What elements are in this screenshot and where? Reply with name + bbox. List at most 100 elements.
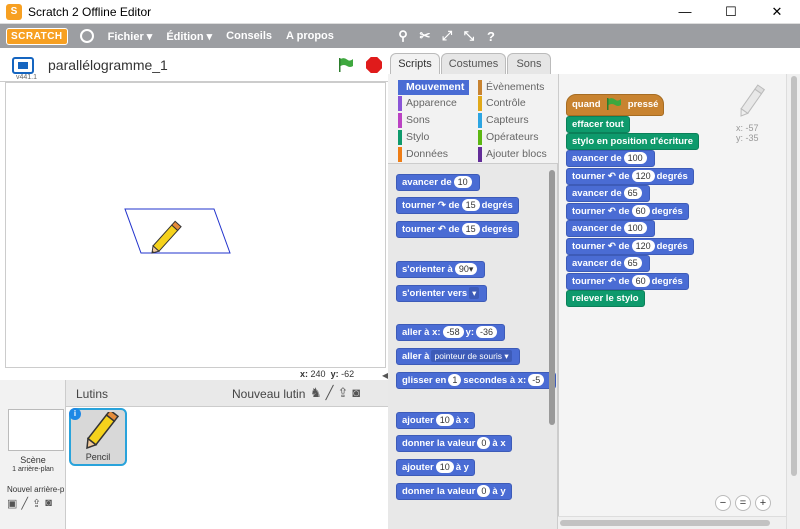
block-donner-x[interactable]: donner la valeur 0 à x	[396, 435, 512, 452]
rotate-left-icon: ↶	[607, 171, 616, 182]
script-avancer-65[interactable]: avancer de 65	[566, 255, 650, 272]
camera-icon[interactable]: ◙	[45, 497, 52, 510]
new-backdrop-label: Nouvel arrière-p	[7, 485, 65, 494]
zoom-in-icon[interactable]: +	[755, 495, 771, 511]
duplicate-icon[interactable]: ⚲	[392, 28, 414, 44]
rotate-right-icon: ↷	[437, 200, 446, 211]
block-aller-xy[interactable]: aller à x: -58 y: -36	[396, 324, 506, 341]
rotate-left-icon: ↶	[437, 224, 446, 235]
category-sons[interactable]: Sons	[398, 113, 430, 128]
fullscreen-icon[interactable]	[12, 57, 34, 74]
green-flag-icon[interactable]	[338, 58, 354, 72]
grow-icon[interactable]: ⤢	[436, 28, 458, 44]
category-stylo[interactable]: Stylo	[398, 130, 429, 145]
category-evenements[interactable]: Évènements	[478, 80, 544, 95]
stop-icon[interactable]	[366, 57, 382, 73]
tab-sons[interactable]: Sons	[507, 53, 551, 74]
pencil-icon	[740, 84, 765, 117]
menu-apropos[interactable]: A propos	[286, 30, 334, 42]
paint-icon[interactable]: ╱	[326, 385, 334, 401]
sprites-header: Lutins Nouveau lutin ♞ ╱ ⇪ ◙	[66, 380, 388, 407]
title-bar: S Scratch 2 Offline Editor — ☐ ✕	[0, 0, 800, 24]
pencil-icon	[86, 412, 120, 450]
scratch-app-icon: S	[6, 3, 22, 20]
version-label: v441.1	[16, 74, 38, 81]
shrink-icon[interactable]: ⤡	[458, 28, 480, 44]
tab-scripts[interactable]: Scripts	[390, 53, 440, 75]
script-tourner-60[interactable]: tourner ↶ de 60 degrés	[566, 273, 689, 290]
category-operateurs[interactable]: Opérateurs	[478, 130, 539, 145]
menu-conseils[interactable]: Conseils	[226, 30, 272, 42]
block-glisser[interactable]: glisser en 1 secondes à x: -5	[396, 372, 556, 389]
minimize-button[interactable]: —	[662, 0, 708, 24]
script-avancer-65[interactable]: avancer de 65	[566, 185, 650, 202]
menu-fichier[interactable]: Fichier ▾	[108, 30, 153, 43]
tool-icons: ⚲ ✂ ⤢ ⤡ ?	[392, 24, 502, 48]
block-ajouter-x[interactable]: ajouter 10 à x	[396, 412, 475, 429]
sprite-thumbnail-pencil[interactable]: i Pencil	[69, 408, 127, 466]
close-button[interactable]: ✕	[754, 0, 800, 24]
maximize-button[interactable]: ☐	[708, 0, 754, 24]
block-orienter-a[interactable]: s'orienter à 90▾	[396, 261, 486, 278]
stage-drawing	[124, 208, 231, 255]
scene-label: Scène	[20, 455, 46, 465]
script-avancer-100[interactable]: avancer de 100	[566, 150, 655, 167]
script-tourner-60[interactable]: tourner ↶ de 60 degrés	[566, 203, 689, 220]
zoom-out-icon[interactable]: −	[715, 495, 731, 511]
scene-panel: Scène 1 arrière-plan Nouvel arrière-p ▣ …	[0, 380, 66, 529]
block-orienter-vers[interactable]: s'orienter vers ▾	[396, 285, 488, 302]
block-donner-y[interactable]: donner la valeur 0 à y	[396, 483, 512, 500]
palette-scrollbar[interactable]	[549, 170, 555, 425]
help-icon[interactable]: ?	[480, 29, 502, 44]
cut-icon[interactable]: ✂	[414, 28, 436, 44]
globe-icon[interactable]	[79, 29, 94, 43]
category-capteurs[interactable]: Capteurs	[478, 113, 529, 128]
stage-header: v441.1 parallélogramme_1	[0, 48, 388, 82]
scripts-horizontal-scrollbar[interactable]	[558, 516, 786, 529]
scripts-vertical-scrollbar[interactable]	[786, 74, 800, 529]
menu-bar: SCRATCH Fichier ▾ Édition ▾ Conseils A p…	[0, 24, 800, 48]
editor-tabs: Scripts Costumes Sons	[388, 48, 800, 75]
paint-icon[interactable]: ╱	[21, 497, 28, 510]
project-name[interactable]: parallélogramme_1	[48, 57, 168, 73]
zoom-reset-icon[interactable]: =	[735, 495, 751, 511]
green-flag-icon	[607, 98, 622, 111]
scene-thumbnail[interactable]	[8, 409, 64, 451]
category-mouvement[interactable]: Mouvement	[398, 80, 469, 95]
upload-icon[interactable]: ⇪	[337, 385, 348, 401]
script-tourner-120[interactable]: tourner ↶ de 120 degrés	[566, 238, 694, 255]
tab-costumes[interactable]: Costumes	[441, 53, 506, 74]
category-apparence[interactable]: Apparence	[398, 96, 457, 111]
sprite-position: x: -57 y: -35	[736, 123, 759, 143]
category-donnees[interactable]: Données	[398, 147, 448, 162]
block-tourner-gauche[interactable]: tourner ↶ de 15 degrés	[396, 221, 519, 238]
script-hat-flag[interactable]: quand pressé	[566, 94, 665, 116]
block-ajouter-y[interactable]: ajouter 10 à y	[396, 459, 475, 476]
scratch-logo-icon[interactable]: SCRATCH	[6, 27, 68, 45]
block-aller-a[interactable]: aller à pointeur de souris ▾	[396, 348, 520, 365]
category-list: Mouvement Évènements Apparence Contrôle …	[388, 74, 558, 164]
script-tourner-120[interactable]: tourner ↶ de 120 degrés	[566, 168, 694, 185]
block-tourner-droite[interactable]: tourner ↷ de 15 degrés	[396, 197, 519, 214]
zoom-controls: − = +	[715, 495, 771, 511]
new-sprite-tools: ♞ ╱ ⇪ ◙	[310, 385, 360, 401]
pencil-sprite[interactable]	[149, 220, 182, 255]
script-relever-stylo[interactable]: relever le stylo	[566, 290, 645, 307]
new-sprite-label: Nouveau lutin	[232, 387, 306, 401]
mouse-coordinates: x: 240 y: -62	[300, 369, 355, 379]
camera-icon[interactable]: ◙	[352, 385, 360, 401]
rotate-left-icon: ↶	[607, 241, 616, 252]
category-controle[interactable]: Contrôle	[478, 96, 526, 111]
stage-canvas[interactable]	[5, 82, 386, 368]
script-stylo-ecriture[interactable]: stylo en position d'écriture	[566, 133, 700, 150]
script-effacer-tout[interactable]: effacer tout	[566, 116, 630, 133]
category-ajouter-blocs[interactable]: Ajouter blocs	[478, 147, 547, 162]
image-icon[interactable]: ▣	[7, 497, 17, 510]
rotate-left-icon: ↶	[607, 276, 616, 287]
library-icon[interactable]: ♞	[310, 385, 322, 401]
menu-edition[interactable]: Édition ▾	[166, 30, 212, 43]
script-avancer-100[interactable]: avancer de 100	[566, 220, 655, 237]
window-title: Scratch 2 Offline Editor	[28, 4, 152, 19]
upload-icon[interactable]: ⇪	[32, 497, 41, 510]
block-avancer[interactable]: avancer de 10	[396, 174, 480, 191]
